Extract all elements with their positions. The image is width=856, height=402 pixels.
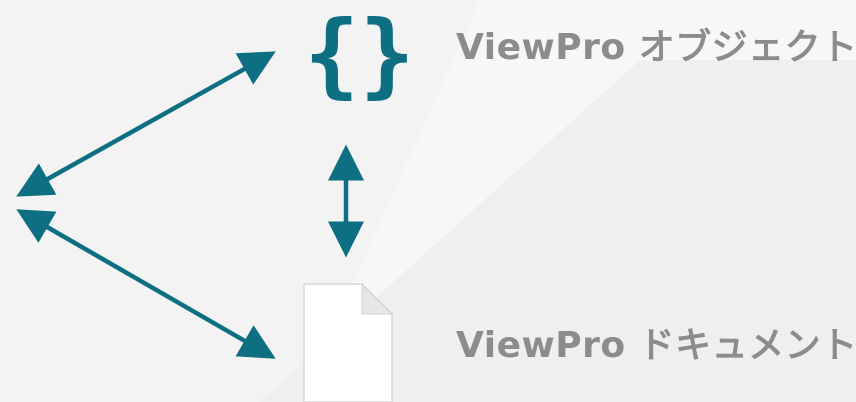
document-label: ViewPro ドキュメント [456, 325, 856, 366]
blank-document-icon [303, 282, 394, 402]
curly-braces-icon: {} [304, 1, 415, 108]
arrow-left-to-object [16, 51, 276, 197]
arrow-left-to-document [16, 209, 276, 359]
diagram-canvas: {} ViewPro オブジェクト ViewPro ドキュメント [0, 0, 856, 402]
object-label: ViewPro オブジェクト [456, 27, 856, 68]
